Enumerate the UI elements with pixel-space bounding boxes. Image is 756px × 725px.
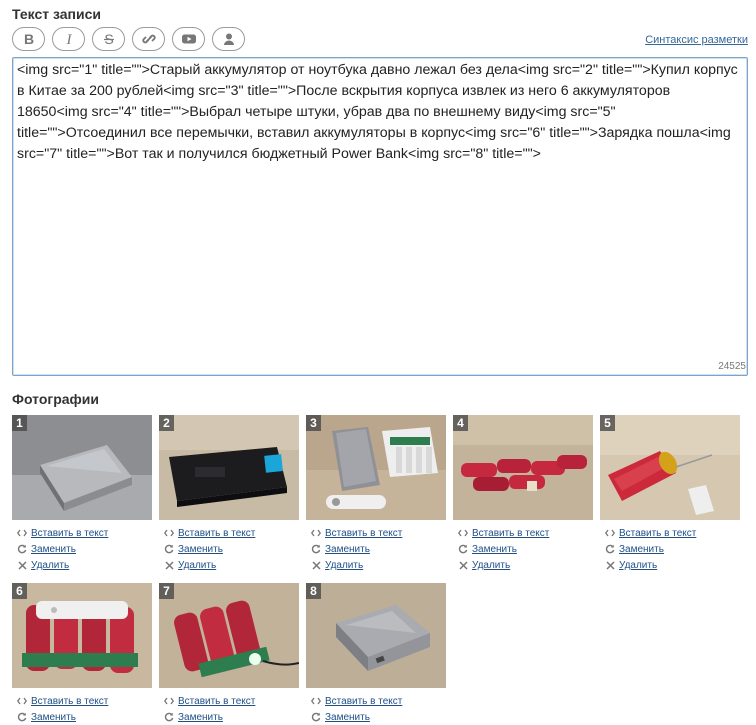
- refresh-icon: [604, 543, 616, 555]
- code-icon: [310, 695, 322, 707]
- delete-link[interactable]: Удалить: [472, 560, 510, 571]
- insert-into-text-link[interactable]: Вставить в текст: [31, 696, 108, 707]
- refresh-icon: [16, 711, 28, 723]
- photo-number-badge: 3: [306, 415, 321, 431]
- photo-card: 6 Вставить в текст Заменить: [12, 583, 152, 725]
- photo-grid: 1 Вставить в текст Заменить Удалить 2 Вс…: [12, 415, 756, 723]
- refresh-icon: [457, 543, 469, 555]
- insert-into-text-link[interactable]: Вставить в текст: [472, 528, 549, 539]
- photo-card: 8 Вставить в текст Заменить: [306, 583, 446, 725]
- insert-into-text-link[interactable]: Вставить в текст: [178, 696, 255, 707]
- photo-thumbnail[interactable]: 4: [453, 415, 593, 520]
- code-icon: [163, 695, 175, 707]
- replace-link[interactable]: Заменить: [31, 544, 76, 555]
- svg-text:I: I: [65, 32, 72, 46]
- editor-section-title: Текст записи: [12, 6, 102, 22]
- photo-number-badge: 7: [159, 583, 174, 599]
- code-icon: [16, 695, 28, 707]
- delete-icon: [16, 559, 28, 571]
- code-icon: [163, 527, 175, 539]
- delete-icon: [163, 559, 175, 571]
- bold-icon: B: [23, 32, 33, 46]
- replace-link[interactable]: Заменить: [619, 544, 664, 555]
- delete-link[interactable]: Удалить: [31, 560, 69, 571]
- photo-number-badge: 6: [12, 583, 27, 599]
- italic-button[interactable]: I: [52, 27, 85, 51]
- refresh-icon: [163, 711, 175, 723]
- delete-link[interactable]: Удалить: [619, 560, 657, 571]
- photo-thumbnail[interactable]: 3: [306, 415, 446, 520]
- photo-thumbnail[interactable]: 5: [600, 415, 740, 520]
- photo-card: 2 Вставить в текст Заменить Удалить: [159, 415, 299, 573]
- photo-thumbnail[interactable]: 8: [306, 583, 446, 688]
- svg-text:B: B: [23, 32, 33, 46]
- insert-into-text-link[interactable]: Вставить в текст: [31, 528, 108, 539]
- delete-link[interactable]: Удалить: [178, 560, 216, 571]
- insert-into-text-link[interactable]: Вставить в текст: [619, 528, 696, 539]
- youtube-button[interactable]: [172, 27, 205, 51]
- insert-into-text-link[interactable]: Вставить в текст: [325, 696, 402, 707]
- photo-number-badge: 1: [12, 415, 27, 431]
- link-button[interactable]: [132, 27, 165, 51]
- photo-thumbnail[interactable]: 6: [12, 583, 152, 688]
- insert-into-text-link[interactable]: Вставить в текст: [178, 528, 255, 539]
- replace-link[interactable]: Заменить: [472, 544, 517, 555]
- photo-card: 5 Вставить в текст Заменить Удалить: [600, 415, 740, 573]
- photo-card: 4 Вставить в текст Заменить Удалить: [453, 415, 593, 573]
- photo-card: 7 Вставить в текст Заменить: [159, 583, 299, 725]
- delete-icon: [457, 559, 469, 571]
- bold-button[interactable]: B: [12, 27, 45, 51]
- photo-thumbnail[interactable]: 7: [159, 583, 299, 688]
- strikethrough-button[interactable]: S: [92, 27, 125, 51]
- insert-into-text-link[interactable]: Вставить в текст: [325, 528, 402, 539]
- youtube-icon: [181, 34, 196, 44]
- replace-link[interactable]: Заменить: [178, 712, 223, 723]
- photo-card: 3 Вставить в текст Заменить Удалить: [306, 415, 446, 573]
- post-text-editor[interactable]: <img src="1" title="">Старый аккумулятор…: [12, 57, 748, 376]
- code-icon: [457, 527, 469, 539]
- syntax-help-link[interactable]: Синтаксис разметки: [645, 34, 748, 46]
- delete-icon: [604, 559, 616, 571]
- code-icon: [310, 527, 322, 539]
- replace-link[interactable]: Заменить: [325, 712, 370, 723]
- delete-icon: [310, 559, 322, 571]
- user-icon: [223, 33, 234, 45]
- replace-link[interactable]: Заменить: [325, 544, 370, 555]
- user-button[interactable]: [212, 27, 245, 51]
- photo-thumbnail[interactable]: 1: [12, 415, 152, 520]
- delete-link[interactable]: Удалить: [325, 560, 363, 571]
- photo-number-badge: 4: [453, 415, 468, 431]
- photo-number-badge: 5: [600, 415, 615, 431]
- refresh-icon: [16, 543, 28, 555]
- photo-number-badge: 2: [159, 415, 174, 431]
- photo-card: 1 Вставить в текст Заменить Удалить: [12, 415, 152, 573]
- code-icon: [604, 527, 616, 539]
- character-counter: 24525: [718, 361, 746, 372]
- replace-link[interactable]: Заменить: [31, 712, 76, 723]
- photos-section-title: Фотографии: [12, 391, 100, 407]
- italic-icon: I: [65, 32, 72, 46]
- photo-thumbnail[interactable]: 2: [159, 415, 299, 520]
- refresh-icon: [163, 543, 175, 555]
- photo-number-badge: 8: [306, 583, 321, 599]
- strikethrough-icon: S: [103, 32, 114, 46]
- refresh-icon: [310, 711, 322, 723]
- link-icon: [141, 34, 156, 44]
- refresh-icon: [310, 543, 322, 555]
- replace-link[interactable]: Заменить: [178, 544, 223, 555]
- code-icon: [16, 527, 28, 539]
